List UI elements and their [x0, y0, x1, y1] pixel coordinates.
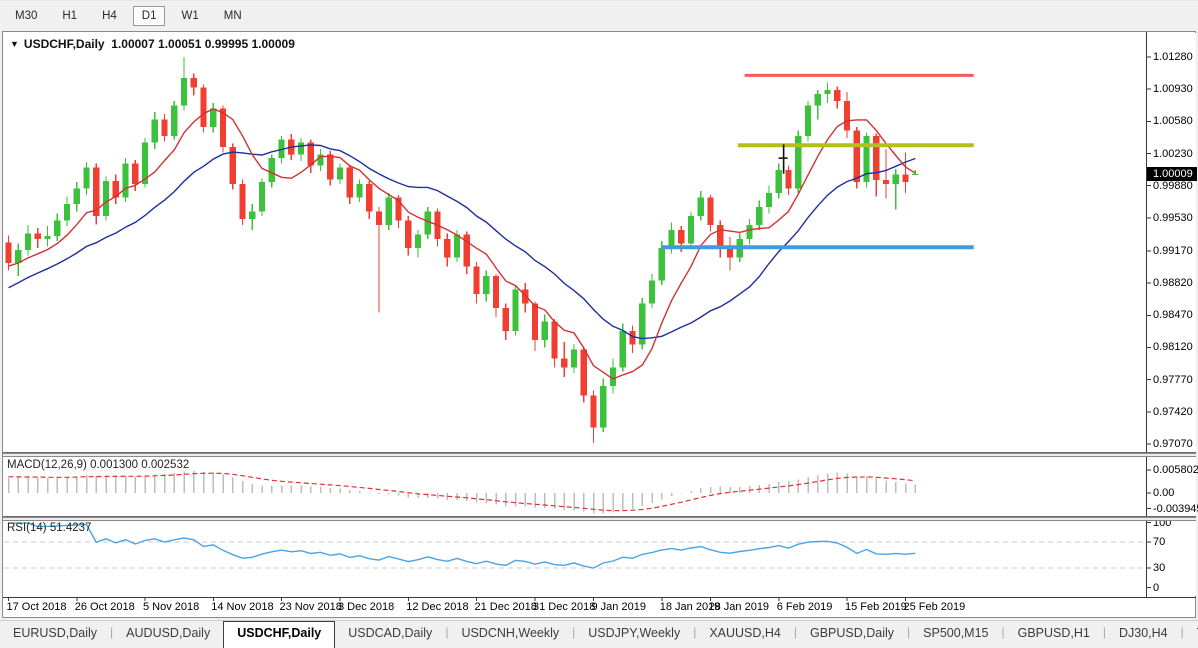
price-axis-label: 0.98820 — [1153, 277, 1193, 289]
time-axis-label: 15 Feb 2019 — [845, 601, 907, 613]
ohlc-low: 0.99995 — [205, 37, 248, 51]
time-axis-label: 17 Oct 2018 — [7, 601, 67, 613]
price-axis-label: 1.00230 — [1153, 148, 1193, 160]
symbol-tab-dj30[interactable]: DJ30,H4 — [1106, 621, 1181, 648]
chart-dropdown-arrow[interactable]: ▼ — [10, 39, 19, 49]
rsi-value: 51.4237 — [50, 522, 92, 534]
price-axis-label: 0.97070 — [1153, 438, 1193, 450]
price-axis-label: 0.99530 — [1153, 212, 1193, 224]
time-axis-label: 3 Dec 2018 — [338, 601, 394, 613]
time-axis-label: 28 Jan 2019 — [709, 601, 770, 613]
symbol-tab-tech100[interactable]: TECH100,H — [1184, 621, 1198, 648]
panel-splitter-macd[interactable] — [3, 453, 1196, 457]
macd-axis-label: -0.003945 — [1153, 503, 1198, 515]
rsi-axis-label: 30 — [1153, 562, 1165, 574]
price-axis-label: 0.99170 — [1153, 245, 1193, 257]
symbol-tab-usdcad[interactable]: USDCAD,Daily — [335, 621, 445, 648]
time-axis-label: 12 Dec 2018 — [406, 601, 468, 613]
rsi-indicator-label: RSI(14) 51.4237 — [7, 522, 91, 534]
ohlc-open: 1.00007 — [111, 37, 154, 51]
symbol-tab-xauusd[interactable]: XAUUSD,H4 — [696, 621, 794, 648]
ohlc-high: 1.00051 — [158, 37, 201, 51]
price-axis-label: 0.98470 — [1153, 309, 1193, 321]
current-price-badge: 1.00009 — [1147, 167, 1197, 181]
symbol-tab-usdjpy[interactable]: USDJPY,Weekly — [575, 621, 693, 648]
time-axis-label: 23 Nov 2018 — [280, 601, 342, 613]
time-axis-label: 9 Jan 2019 — [592, 601, 646, 613]
symbol-tab-usdcnh[interactable]: USDCNH,Weekly — [448, 621, 572, 648]
time-axis-label: 6 Feb 2019 — [777, 601, 833, 613]
time-axis-label: 5 Nov 2018 — [143, 601, 199, 613]
time-axis-label: 25 Feb 2019 — [904, 601, 966, 613]
price-axis-label: 1.00580 — [1153, 115, 1193, 127]
chart-canvas[interactable] — [0, 0, 1198, 647]
symbol-tab-audusd[interactable]: AUDUSD,Daily — [113, 621, 223, 648]
panel-splitter-rsi[interactable] — [3, 517, 1196, 521]
price-axis-label: 1.00930 — [1153, 83, 1193, 95]
price-axis-label: 0.97770 — [1153, 374, 1193, 386]
symbol-tab-eurusd[interactable]: EURUSD,Daily — [0, 621, 110, 648]
macd-indicator-label: MACD(12,26,9) 0.001300 0.002532 — [7, 459, 189, 471]
chart-symbol-period: USDCHF,Daily — [24, 37, 105, 51]
macd-axis-label: 0.00 — [1153, 487, 1174, 499]
time-axis-label: 31 Dec 2018 — [533, 601, 595, 613]
chart-title: ▼ USDCHF,Daily 1.00007 1.00051 0.99995 1.… — [10, 37, 295, 51]
macd-main-value: 0.001300 — [90, 459, 138, 471]
time-axis-label: 14 Nov 2018 — [211, 601, 273, 613]
symbol-tabbar: EURUSD,Daily|AUDUSD,DailyUSDCHF,DailyUSD… — [0, 620, 1198, 648]
time-axis-label: 21 Dec 2018 — [475, 601, 537, 613]
price-axis-label: 0.98120 — [1153, 341, 1193, 353]
symbol-tab-usdchf[interactable]: USDCHF,Daily — [223, 621, 335, 648]
rsi-axis-label: 70 — [1153, 536, 1165, 548]
macd-signal-value: 0.002532 — [141, 459, 189, 471]
time-axis-label: 26 Oct 2018 — [75, 601, 135, 613]
price-axis-label: 1.01280 — [1153, 51, 1193, 63]
symbol-tab-gbpusd[interactable]: GBPUSD,H1 — [1005, 621, 1103, 648]
ohlc-close: 1.00009 — [251, 37, 294, 51]
symbol-tab-gbpusd[interactable]: GBPUSD,Daily — [797, 621, 907, 648]
price-axis-label: 0.99880 — [1153, 180, 1193, 192]
macd-axis-label: 0.005802 — [1153, 464, 1198, 476]
symbol-tab-sp500[interactable]: SP500,M15 — [910, 621, 1001, 648]
price-axis-label: 0.97420 — [1153, 406, 1193, 418]
rsi-axis-label: 0 — [1153, 582, 1159, 594]
